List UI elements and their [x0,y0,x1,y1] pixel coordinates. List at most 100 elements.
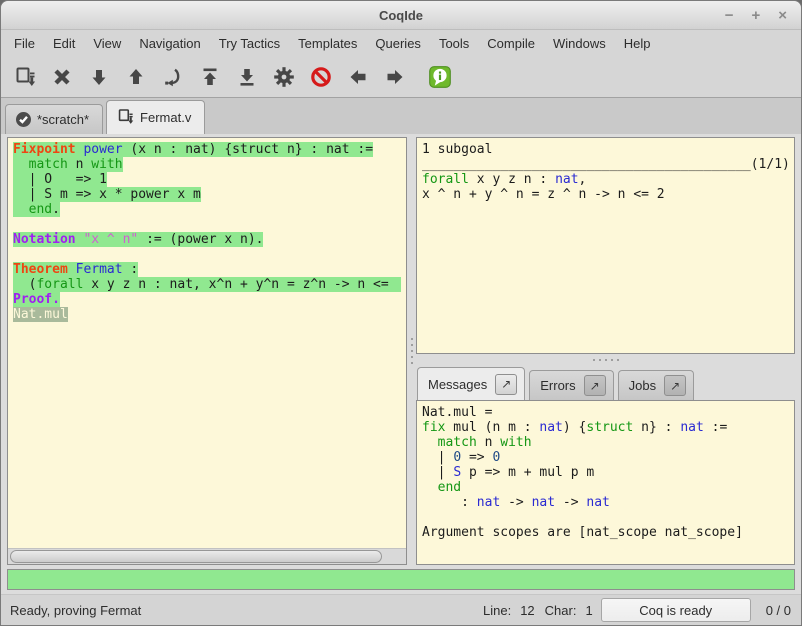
message-tabstrip: Messages ↗ Errors ↗ Jobs ↗ [416,366,795,400]
horizontal-splitter[interactable] [416,354,795,366]
code-line [422,510,789,525]
code-line: forall x y z n : nat, [422,172,789,187]
goals-view[interactable]: 1 subgoal_______________________________… [416,137,795,354]
menu-help[interactable]: Help [615,32,660,55]
back-button[interactable] [339,60,376,94]
about-button[interactable] [421,60,458,94]
code-line [13,247,401,262]
code-line: | O => 1 [13,172,401,187]
save-page-icon [116,108,135,127]
code-line: | S p => m + mul p m [422,465,789,480]
code-line: end [422,480,789,495]
menu-tools[interactable]: Tools [430,32,478,55]
code-line: Theorem Fermat : [13,262,401,277]
script-pane: Fixpoint power (x n : nat) {struct n} : … [7,137,407,565]
detach-jobs-button[interactable]: ↗ [664,375,686,396]
menu-templates[interactable]: Templates [289,32,366,55]
tab-label: Messages [428,377,487,392]
code-line: Nat.mul = [422,405,789,420]
maximize-button[interactable]: + [751,8,760,23]
close-buffer-icon [50,65,74,89]
line-value: 12 [520,603,534,618]
tab-label: Errors [540,378,575,393]
restart-button[interactable] [191,60,228,94]
buffer-tabstrip: *scratch* Fermat.v [1,97,801,134]
tab-label: Fermat.v [140,110,191,125]
right-column: 1 subgoal_______________________________… [416,137,795,565]
window-title: CoqIde [1,8,801,23]
code-line: 1 subgoal [422,142,789,157]
about-info-icon [427,64,453,90]
tab-scratch[interactable]: *scratch* [5,104,103,134]
scrollbar-thumb[interactable] [10,550,382,563]
interrupt-button[interactable] [302,60,339,94]
interrupt-icon [309,65,333,89]
code-line: ________________________________________… [422,157,789,172]
titlebar[interactable]: CoqIde − + × [1,1,801,30]
progress-bar [7,569,795,590]
go-to-end-button[interactable] [228,60,265,94]
code-line: Fixpoint power (x n : nat) {struct n} : … [13,142,401,157]
menu-view[interactable]: View [84,32,130,55]
code-line: Notation "x ^ n" := (power x n). [13,232,401,247]
menu-windows[interactable]: Windows [544,32,615,55]
restart-icon [198,65,222,89]
detach-arrow-icon: ↗ [670,379,680,393]
progress-row [1,567,801,594]
code-line: (forall x y z n : nat, x^n + y^n = z^n -… [13,277,401,292]
menu-navigation[interactable]: Navigation [130,32,209,55]
close-button[interactable]: × [778,8,787,23]
coq-status-text: Coq is ready [639,603,712,618]
window-controls: − + × [725,8,801,23]
messages-view[interactable]: Nat.mul = fix mul (n m : nat) {struct n}… [416,400,795,565]
check-circle-icon [15,111,32,128]
menu-edit[interactable]: Edit [44,32,84,55]
tab-fermat[interactable]: Fermat.v [106,100,205,134]
detach-arrow-icon: ↗ [501,377,511,391]
save-icon [13,65,37,89]
detach-messages-button[interactable]: ↗ [495,374,517,395]
menu-file[interactable]: File [5,32,44,55]
statusbar: Ready, proving Fermat Line: 12 Char: 1 C… [1,594,801,625]
script-editor[interactable]: Fixpoint power (x n : nat) {struct n} : … [8,138,406,548]
tab-messages[interactable]: Messages ↗ [417,367,525,400]
code-line [13,217,401,232]
code-line: Nat.mul [13,307,401,322]
menubar: FileEditViewNavigationTry TacticsTemplat… [1,30,801,56]
step-forward-icon [87,65,111,89]
horizontal-scrollbar[interactable] [8,548,406,564]
code-line: | 0 => 0 [422,450,789,465]
tab-label: *scratch* [37,112,89,127]
tab-jobs[interactable]: Jobs ↗ [618,370,694,400]
menu-try-tactics[interactable]: Try Tactics [210,32,289,55]
menu-queries[interactable]: Queries [366,32,430,55]
go-to-cursor-icon [161,65,185,89]
detach-arrow-icon: ↗ [590,379,600,393]
toolbar [1,56,801,97]
forward-button[interactable] [376,60,413,94]
code-line: Proof. [13,292,401,307]
coq-status-button[interactable]: Coq is ready [601,598,751,622]
step-backward-button[interactable] [117,60,154,94]
minimize-button[interactable]: − [725,8,734,23]
step-forward-button[interactable] [80,60,117,94]
close-buffer-button[interactable] [43,60,80,94]
save-button[interactable] [6,60,43,94]
go-to-end-icon [235,65,259,89]
main-content: Fixpoint power (x n : nat) {struct n} : … [1,134,801,567]
vertical-splitter[interactable] [407,137,416,565]
forward-icon [383,65,407,89]
code-line: | S m => x * power x m [13,187,401,202]
code-line: : nat -> nat -> nat [422,495,789,510]
detach-errors-button[interactable]: ↗ [584,375,606,396]
go-to-cursor-button[interactable] [154,60,191,94]
job-counter: 0 / 0 [766,603,791,618]
make-gear-icon [272,65,296,89]
code-line: x ^ n + y ^ n = z ^ n -> n <= 2 [422,187,789,202]
coqide-window: CoqIde − + × FileEditViewNavigationTry T… [0,0,802,626]
make-button[interactable] [265,60,302,94]
step-backward-icon [124,65,148,89]
tab-errors[interactable]: Errors ↗ [529,370,613,400]
char-value: 1 [585,603,592,618]
menu-compile[interactable]: Compile [478,32,544,55]
